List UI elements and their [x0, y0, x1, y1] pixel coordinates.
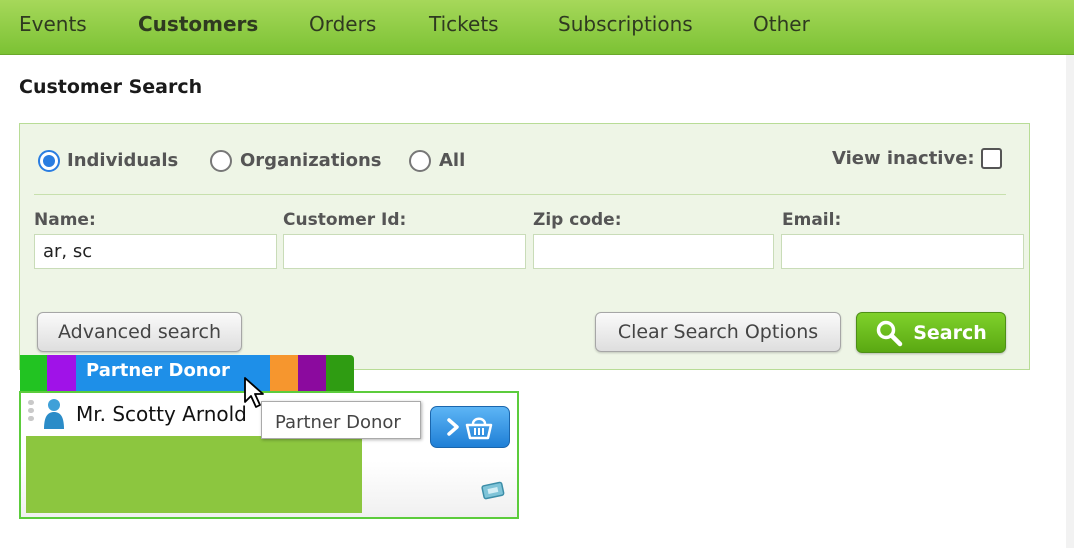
- radio-individuals[interactable]: [38, 150, 60, 172]
- basket-icon: [465, 417, 493, 440]
- tag-segment: [270, 355, 298, 391]
- tag-segment: [326, 355, 354, 391]
- page-title: Customer Search: [19, 76, 203, 98]
- customer-name[interactable]: Mr. Scotty Arnold: [76, 402, 247, 426]
- customer-id-field[interactable]: [283, 234, 526, 269]
- view-inactive-checkbox[interactable]: [981, 148, 1002, 169]
- magnifier-icon: [876, 320, 903, 346]
- ticket-icon[interactable]: [480, 480, 506, 502]
- chevron-right-icon: [447, 418, 459, 436]
- tag-segment: [20, 355, 47, 391]
- tag-tooltip: Partner Donor: [261, 401, 421, 439]
- top-navigation: Events Customers Orders Tickets Subscrip…: [0, 0, 1074, 55]
- panel-divider: [34, 194, 1006, 195]
- radio-organizations[interactable]: [210, 150, 232, 172]
- add-to-basket-button[interactable]: [430, 406, 510, 448]
- zip-code-label: Zip code:: [533, 210, 622, 230]
- clear-search-options-button[interactable]: Clear Search Options: [595, 312, 841, 352]
- tab-subscriptions[interactable]: Subscriptions: [558, 12, 693, 36]
- tab-other[interactable]: Other: [753, 12, 810, 36]
- scrollbar-track[interactable]: [1066, 55, 1074, 548]
- view-inactive-label: View inactive:: [832, 148, 975, 169]
- person-icon: [44, 399, 64, 429]
- radio-label-organizations[interactable]: Organizations: [240, 150, 382, 171]
- email-label: Email:: [782, 210, 842, 230]
- tab-tickets[interactable]: Tickets: [429, 12, 499, 36]
- name-label: Name:: [34, 210, 96, 230]
- mouse-cursor-icon: [244, 377, 264, 408]
- customer-id-label: Customer Id:: [283, 210, 407, 230]
- tab-orders[interactable]: Orders: [309, 12, 376, 36]
- redacted-block: [26, 436, 362, 513]
- advanced-search-button[interactable]: Advanced search: [37, 312, 242, 352]
- radio-label-all[interactable]: All: [439, 150, 465, 171]
- name-field[interactable]: ar, sc: [34, 234, 277, 269]
- tab-events[interactable]: Events: [19, 12, 87, 36]
- radio-label-individuals[interactable]: Individuals: [67, 150, 178, 171]
- drag-handle-icon[interactable]: [28, 400, 36, 430]
- tab-customers[interactable]: Customers: [138, 12, 258, 36]
- partner-donor-tag[interactable]: Partner Donor: [76, 355, 270, 391]
- email-field[interactable]: [781, 234, 1024, 269]
- search-button-label: Search: [913, 321, 987, 344]
- search-button[interactable]: Search: [856, 312, 1006, 353]
- zip-code-field[interactable]: [533, 234, 774, 269]
- tag-segment: [298, 355, 326, 391]
- tag-segment: [47, 355, 76, 391]
- radio-all[interactable]: [409, 150, 431, 172]
